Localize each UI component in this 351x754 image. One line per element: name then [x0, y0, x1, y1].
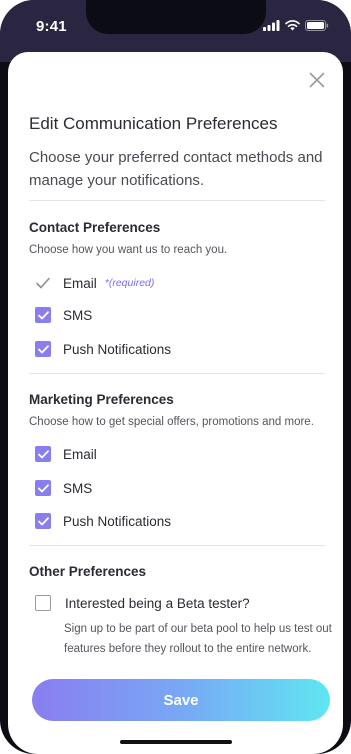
close-icon [309, 72, 325, 88]
save-button[interactable]: Save [32, 679, 330, 721]
battery-icon [305, 20, 329, 31]
marketing-push-checkbox[interactable]: Push Notifications [35, 513, 171, 529]
contact-sms-label: SMS [63, 307, 93, 323]
marketing-sms-checkbox[interactable]: SMS [35, 480, 92, 496]
divider [29, 200, 325, 201]
checkbox-checked [35, 480, 51, 496]
contact-sms-checkbox[interactable]: SMS [35, 307, 92, 323]
wifi-icon [285, 20, 300, 31]
contact-section-title: Contact Preferences [29, 220, 161, 235]
divider [29, 373, 325, 374]
marketing-section-description: Choose how to get special offers, promot… [29, 416, 314, 428]
beta-tester-description: Sign up to be part of our beta pool to h… [64, 623, 332, 655]
marketing-email-label: Email [63, 446, 97, 462]
required-note: *(required) [104, 277, 155, 289]
contact-section-description: Choose how you want us to reach you. [29, 244, 228, 256]
home-indicator [120, 740, 232, 744]
beta-tester-label: Interested being a Beta tester? [65, 595, 250, 611]
checkbox-checked [35, 307, 51, 323]
checkbox-unchecked [35, 595, 51, 611]
marketing-sms-label: SMS [63, 480, 93, 496]
phone-frame: 9:41 Edit Communication Preferences Choo… [0, 0, 351, 754]
notch [86, 0, 266, 34]
page-subtitle: Choose your preferred contact methods an… [29, 149, 323, 189]
status-icons [263, 20, 329, 31]
checkbox-checked [35, 513, 51, 529]
divider [29, 545, 325, 546]
marketing-push-label: Push Notifications [63, 513, 172, 529]
contact-push-checkbox[interactable]: Push Notifications [35, 341, 171, 357]
other-section-title: Other Preferences [29, 564, 147, 579]
close-button[interactable] [305, 68, 329, 92]
beta-tester-checkbox[interactable]: Interested being a Beta tester? [35, 595, 250, 611]
check-icon [37, 516, 49, 525]
contact-email-option: Email *(required) [35, 275, 154, 291]
check-icon [37, 310, 49, 319]
marketing-section-title: Marketing Preferences [29, 392, 174, 407]
marketing-email-checkbox[interactable]: Email [35, 446, 97, 462]
status-time: 9:41 [36, 18, 67, 35]
checkbox-checked [35, 446, 51, 462]
check-icon [37, 483, 49, 492]
page-title: Edit Communication Preferences [29, 114, 278, 133]
preferences-sheet: Edit Communication Preferences Choose yo… [8, 52, 343, 754]
check-icon [37, 344, 49, 353]
contact-email-label: Email [63, 275, 97, 291]
checkbox-checked [35, 341, 51, 357]
check-icon [35, 275, 51, 291]
signal-icon [263, 20, 280, 31]
contact-push-label: Push Notifications [63, 341, 172, 357]
check-icon [37, 449, 49, 458]
